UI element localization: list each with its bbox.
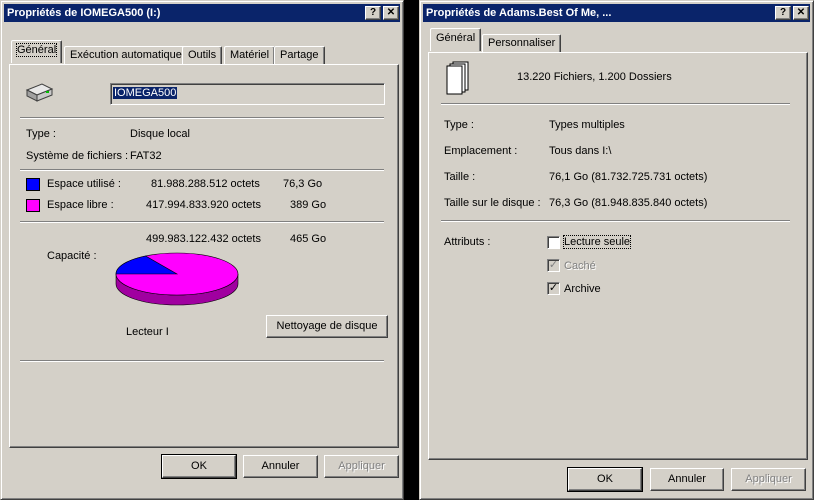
title-bar[interactable]: Propriétés de Adams.Best Of Me, ... ? ✕ xyxy=(423,4,810,22)
tab-customize[interactable]: Personnaliser xyxy=(482,34,562,53)
archive-label[interactable]: Archive xyxy=(564,283,601,295)
tab-autoplay[interactable]: Exécution automatique xyxy=(64,46,188,65)
drive-properties-window: Propriétés de IOMEGA500 (I:) ? ✕ Général… xyxy=(0,0,404,500)
general-panel: IOMEGA500 Type : Disque local Système de… xyxy=(9,64,399,448)
content-summary: 13.220 Fichiers, 1.200 Dossiers xyxy=(517,71,672,83)
tab-tools[interactable]: Outils xyxy=(182,46,223,65)
capacity-label: Capacité : xyxy=(47,250,97,262)
type-label: Type : xyxy=(444,119,474,131)
free-space-swatch xyxy=(26,199,40,212)
separator xyxy=(20,360,384,362)
cancel-button[interactable]: Annuler xyxy=(243,455,318,478)
hidden-label[interactable]: Caché xyxy=(564,260,596,272)
close-button[interactable]: ✕ xyxy=(383,6,399,20)
ok-button[interactable]: OK xyxy=(161,454,237,479)
capacity-bytes: 499.983.122.432 octets xyxy=(146,233,261,245)
cancel-button[interactable]: Annuler xyxy=(650,468,724,491)
title-bar[interactable]: Propriétés de IOMEGA500 (I:) ? ✕ xyxy=(4,4,400,22)
used-space-size: 76,3 Go xyxy=(283,178,323,190)
general-panel: 13.220 Fichiers, 1.200 Dossiers Type : T… xyxy=(428,52,808,460)
readonly-checkbox[interactable] xyxy=(547,236,560,249)
disk-usage-pie xyxy=(115,252,239,306)
disk-size-label: Taille sur le disque : xyxy=(444,197,541,209)
folder-properties-window: Propriétés de Adams.Best Of Me, ... ? ✕ … xyxy=(419,0,814,500)
disk-cleanup-button[interactable]: Nettoyage de disque xyxy=(266,315,388,338)
help-button[interactable]: ? xyxy=(775,6,791,20)
type-value: Disque local xyxy=(130,128,190,140)
tab-strip: Général Personnaliser xyxy=(427,28,807,53)
apply-button[interactable]: Appliquer xyxy=(324,455,399,478)
apply-button[interactable]: Appliquer xyxy=(731,468,806,491)
location-value: Tous dans I:\ xyxy=(549,145,612,157)
disk-size-value: 76,3 Go (81.948.835.840 octets) xyxy=(549,197,708,209)
location-label: Emplacement : xyxy=(444,145,518,157)
capacity-size: 465 Go xyxy=(290,233,327,245)
separator xyxy=(20,169,384,171)
readonly-label[interactable]: Lecture seule xyxy=(562,235,632,249)
attributes-label: Attributs : xyxy=(444,236,491,248)
tab-sharing[interactable]: Partage xyxy=(274,46,325,65)
size-label: Taille : xyxy=(444,171,476,183)
separator xyxy=(20,221,384,223)
hidden-checkbox[interactable]: ✓ xyxy=(547,259,560,272)
separator xyxy=(20,117,384,119)
free-space-label: Espace libre : xyxy=(47,199,114,211)
used-space-bytes: 81.988.288.512 octets xyxy=(151,178,260,190)
used-space-label: Espace utilisé : xyxy=(47,178,121,190)
window-title: Propriétés de Adams.Best Of Me, ... xyxy=(426,7,612,19)
free-space-bytes: 417.994.833.920 octets xyxy=(146,199,261,211)
tab-general[interactable]: Général xyxy=(11,40,63,63)
tab-strip: Général Exécution automatique Outils Mat… xyxy=(8,40,398,65)
archive-checkbox[interactable]: ✓ xyxy=(547,282,560,295)
used-space-swatch xyxy=(26,178,40,191)
type-value: Types multiples xyxy=(549,119,625,131)
filesystem-value: FAT32 xyxy=(130,150,162,162)
hard-drive-icon xyxy=(25,83,54,102)
size-value: 76,1 Go (81.732.725.731 octets) xyxy=(549,171,708,183)
separator xyxy=(441,220,790,222)
tab-general[interactable]: Général xyxy=(430,28,482,51)
close-button[interactable]: ✕ xyxy=(793,6,809,20)
separator xyxy=(441,103,790,105)
filesystem-label: Système de fichiers : xyxy=(26,150,129,162)
multiple-files-icon xyxy=(446,61,469,95)
ok-button[interactable]: OK xyxy=(567,467,643,492)
volume-label-input[interactable]: IOMEGA500 xyxy=(110,83,385,105)
window-title: Propriétés de IOMEGA500 (I:) xyxy=(7,7,161,19)
type-label: Type : xyxy=(26,128,56,140)
help-button[interactable]: ? xyxy=(365,6,381,20)
drive-caption: Lecteur I xyxy=(126,326,169,338)
tab-hardware[interactable]: Matériel xyxy=(224,46,276,65)
free-space-size: 389 Go xyxy=(290,199,327,211)
